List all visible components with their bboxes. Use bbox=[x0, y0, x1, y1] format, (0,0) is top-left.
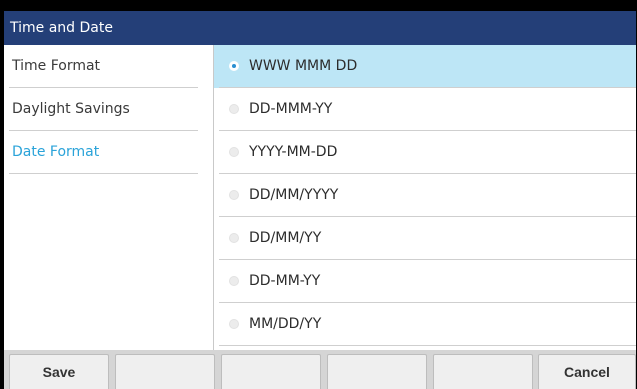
softkey-3[interactable] bbox=[221, 354, 321, 389]
date-format-option-mm-dd-yy[interactable]: MM/DD/YY bbox=[214, 303, 636, 346]
option-label: DD/MM/YYYY bbox=[249, 187, 339, 203]
radio-unselected-icon bbox=[229, 233, 239, 243]
sidebar-item-date-format[interactable]: Date Format bbox=[4, 131, 213, 174]
radio-unselected-icon bbox=[229, 147, 239, 157]
radio-unselected-icon bbox=[229, 276, 239, 286]
option-label: WWW MMM DD bbox=[249, 58, 358, 74]
settings-sidebar: Time Format Daylight Savings Date Format bbox=[4, 45, 214, 350]
save-button[interactable]: Save bbox=[9, 354, 109, 389]
option-label: DD/MM/YY bbox=[249, 230, 322, 246]
sidebar-item-daylight-savings[interactable]: Daylight Savings bbox=[4, 88, 213, 131]
softkey-4[interactable] bbox=[327, 354, 427, 389]
date-format-option-yyyy-mm-dd[interactable]: YYYY-MM-DD bbox=[214, 131, 636, 174]
cancel-button[interactable]: Cancel bbox=[538, 354, 636, 389]
radio-unselected-icon bbox=[229, 104, 239, 114]
screen: Time and Date Time Format Daylight Savin… bbox=[4, 11, 636, 389]
radio-unselected-icon bbox=[229, 319, 239, 329]
sidebar-item-time-format[interactable]: Time Format bbox=[4, 45, 213, 88]
softkey-2[interactable] bbox=[115, 354, 215, 389]
radio-selected-icon bbox=[229, 61, 239, 71]
date-format-option-www-mmm-dd[interactable]: WWW MMM DD bbox=[214, 45, 636, 88]
option-label: MM/DD/YY bbox=[249, 316, 322, 332]
option-label: DD-MM-YY bbox=[249, 273, 321, 289]
softkey-bar: Save Cancel bbox=[4, 350, 636, 389]
radio-unselected-icon bbox=[229, 190, 239, 200]
date-format-options: WWW MMM DD DD-MMM-YY YYYY-MM-DD DD/MM/YY… bbox=[214, 45, 636, 350]
softkey-5[interactable] bbox=[433, 354, 533, 389]
date-format-option-dd-mm-yy-slash[interactable]: DD/MM/YY bbox=[214, 217, 636, 260]
option-label: YYYY-MM-DD bbox=[249, 144, 338, 160]
date-format-option-dd-mm-yy-dash[interactable]: DD-MM-YY bbox=[214, 260, 636, 303]
option-label: DD-MMM-YY bbox=[249, 101, 333, 117]
page-title: Time and Date bbox=[4, 11, 636, 45]
device-frame: Time and Date Time Format Daylight Savin… bbox=[0, 0, 637, 389]
date-format-option-dd-mm-yyyy[interactable]: DD/MM/YYYY bbox=[214, 174, 636, 217]
date-format-option-dd-mmm-yy[interactable]: DD-MMM-YY bbox=[214, 88, 636, 131]
